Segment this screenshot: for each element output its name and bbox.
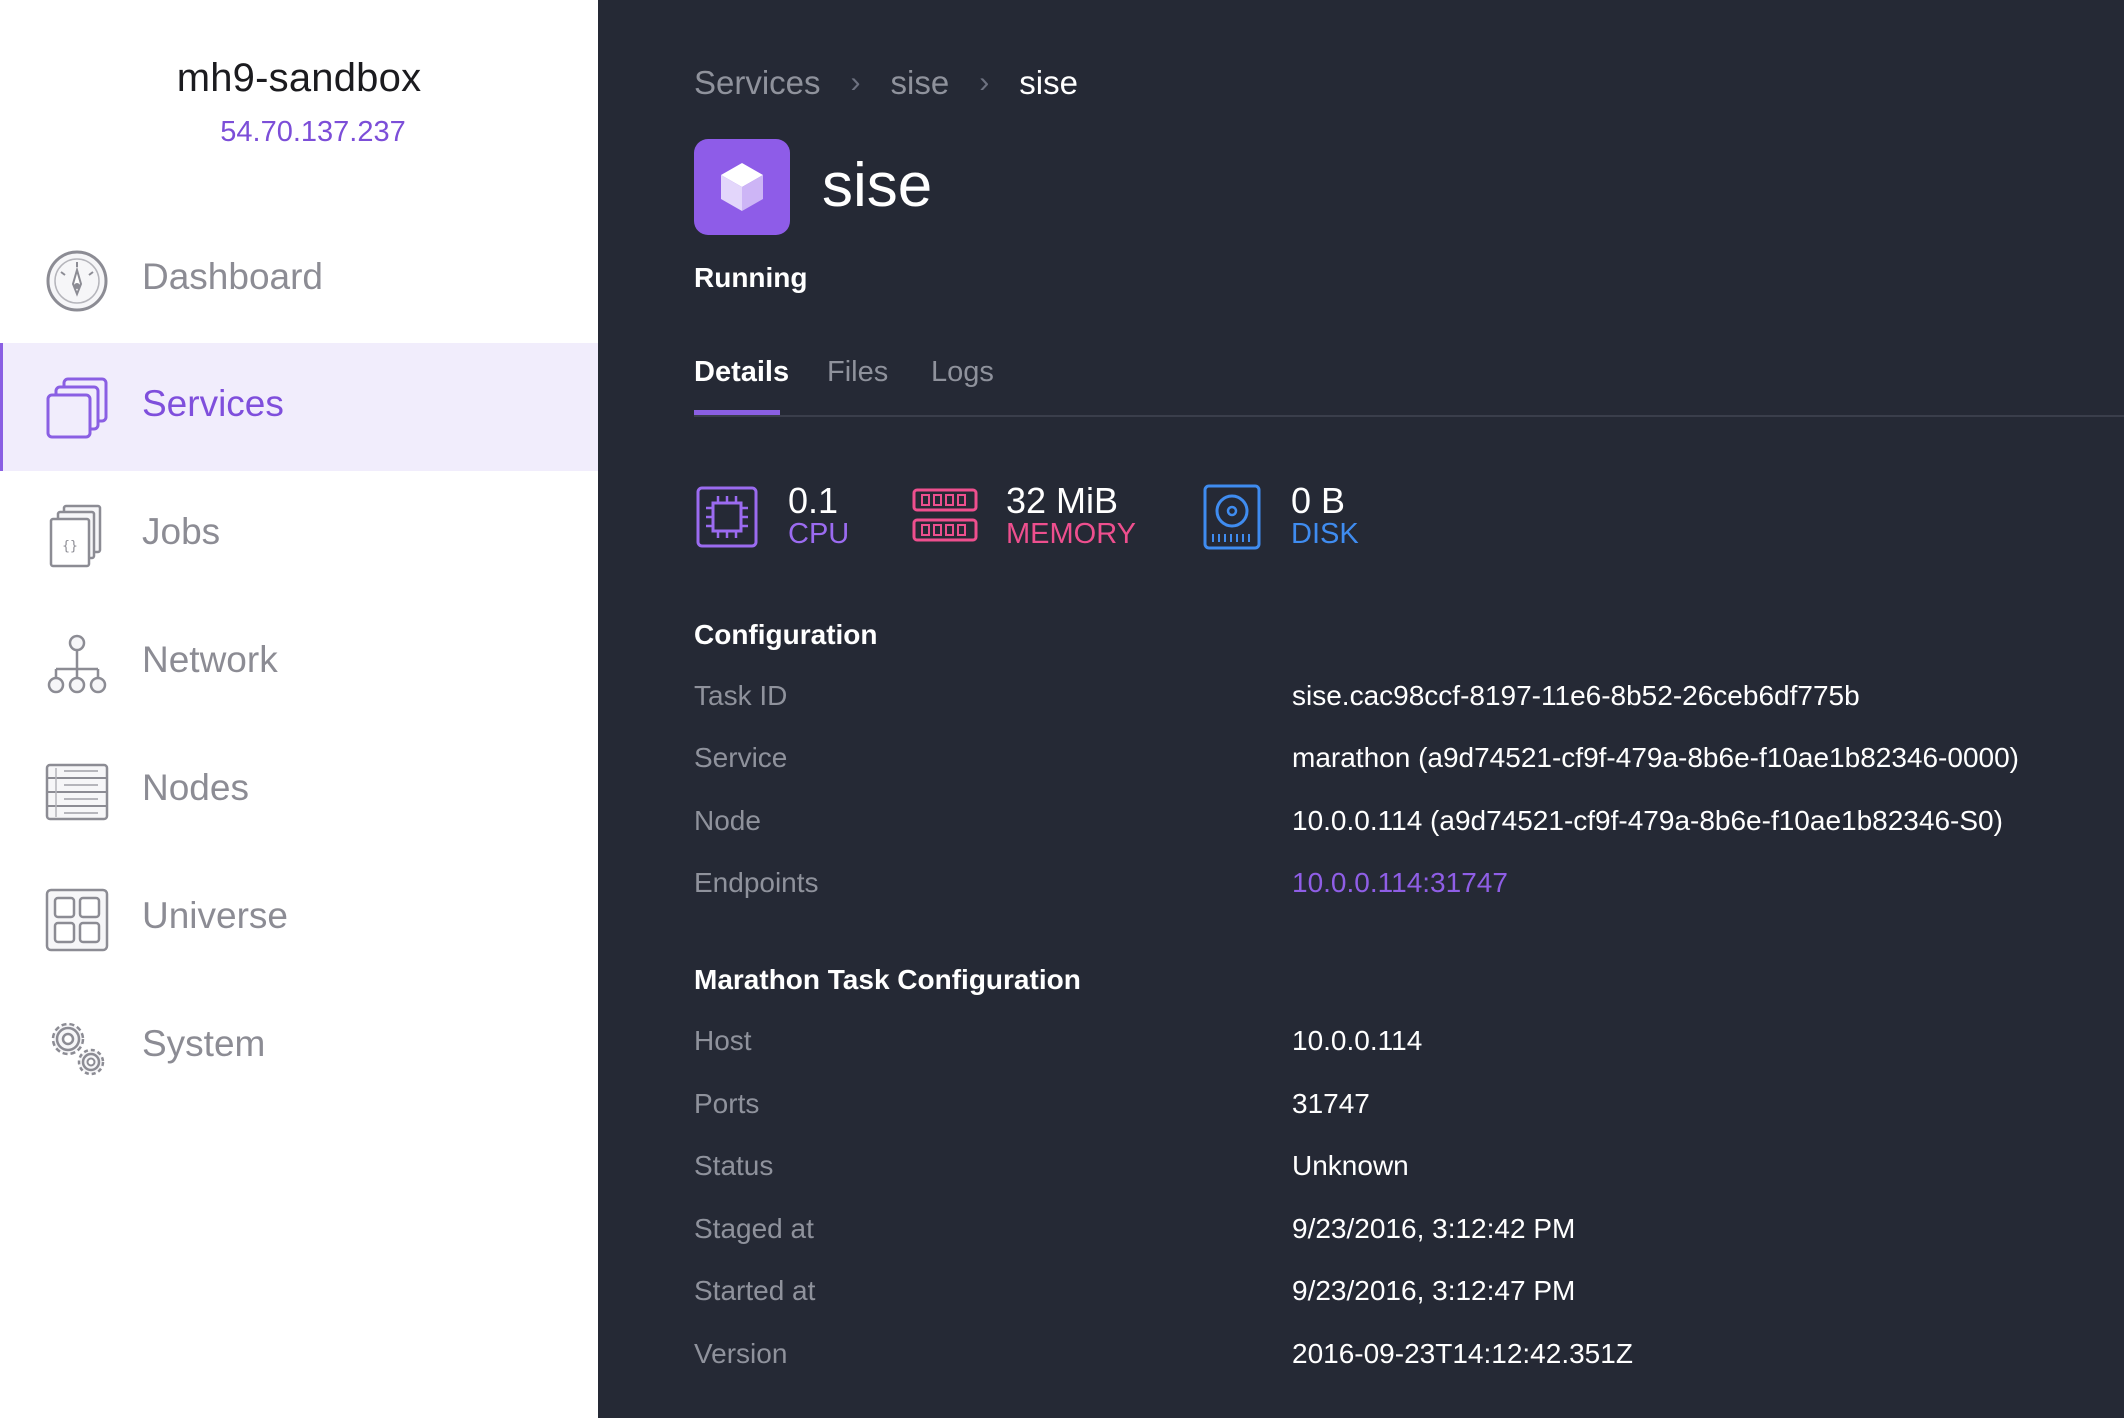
sidebar: mh9-sandbox 54.70.137.237 Dashboard Serv… — [0, 0, 598, 1418]
service-key: Service — [694, 742, 788, 773]
breadcrumb-task: sise — [1019, 64, 1078, 101]
divider — [694, 415, 2124, 417]
disk-drive-icon — [1203, 484, 1261, 550]
ports-key: Ports — [694, 1088, 760, 1119]
cluster-ip: 54.70.137.237 — [220, 116, 406, 148]
tab-logs[interactable]: Logs — [931, 356, 994, 389]
jobs-document-icon: {} — [49, 504, 102, 568]
version-value: 2016-09-23T14:12:42.351Z — [1292, 1338, 1633, 1369]
svg-text:{}: {} — [62, 539, 78, 554]
cluster-name[interactable]: mh9-sandbox — [0, 56, 598, 101]
chevron-right-icon: › — [850, 66, 861, 99]
staged-at-value: 9/23/2016, 3:12:42 PM — [1292, 1213, 1576, 1244]
sidebar-item-label: Dashboard — [142, 256, 324, 297]
services-stack-icon — [46, 377, 108, 439]
memory-value: 32 MiB — [1006, 480, 1119, 521]
sidebar-item-label: Services — [142, 383, 284, 424]
universe-grid-icon — [45, 888, 109, 952]
tab-files[interactable]: Files — [827, 356, 888, 389]
started-at-key: Started at — [694, 1275, 816, 1306]
host-key: Host — [694, 1025, 752, 1056]
sidebar-item-universe[interactable]: Universe — [0, 855, 598, 983]
configuration-heading: Configuration — [694, 619, 878, 650]
sidebar-item-jobs[interactable]: {} Jobs — [0, 471, 598, 599]
host-value: 10.0.0.114 — [1292, 1025, 1423, 1056]
started-at-value: 9/23/2016, 3:12:47 PM — [1292, 1275, 1576, 1306]
nodes-server-icon — [45, 763, 109, 821]
page-title: sise — [822, 151, 933, 220]
sidebar-item-nodes[interactable]: Nodes — [0, 727, 598, 855]
status-value: Unknown — [1292, 1150, 1409, 1181]
system-gears-icon — [51, 1022, 105, 1076]
version-key: Version — [694, 1338, 788, 1369]
cpu-label: CPU — [788, 518, 850, 550]
cpu-value: 0.1 — [788, 480, 839, 521]
sidebar-item-services[interactable]: Services — [0, 343, 598, 471]
breadcrumb: Services › sise › sise — [694, 64, 1078, 102]
network-tree-icon — [47, 634, 107, 694]
ports-value: 31747 — [1292, 1088, 1370, 1119]
sidebar-item-label: Network — [142, 639, 278, 680]
disk-value: 0 B — [1291, 480, 1346, 521]
node-key: Node — [694, 805, 761, 836]
service-icon — [694, 139, 790, 235]
sidebar-item-network[interactable]: Network — [0, 599, 598, 727]
sidebar-item-label: Jobs — [142, 511, 221, 552]
node-value: 10.0.0.114 (a9d74521-cf9f-479a-8b6e-f10a… — [1292, 805, 2003, 836]
endpoint-link[interactable]: 10.0.0.114:31747 — [1292, 867, 1508, 899]
service-value: marathon (a9d74521-cf9f-479a-8b6e-f10ae1… — [1292, 742, 2019, 773]
sidebar-item-label: Universe — [142, 895, 288, 936]
status-badge: Running — [694, 262, 808, 293]
task-id-value: sise.cac98ccf-8197-11e6-8b52-26ceb6df775… — [1292, 680, 1860, 711]
task-id-key: Task ID — [694, 680, 788, 711]
resource-cpu: 0.1 CPU — [694, 480, 864, 554]
memory-ram-icon — [912, 488, 978, 542]
sidebar-item-label: Nodes — [142, 767, 249, 808]
marathon-config-heading: Marathon Task Configuration — [694, 964, 1081, 995]
disk-label: DISK — [1291, 518, 1359, 550]
staged-at-key: Staged at — [694, 1213, 814, 1244]
sidebar-item-label: System — [142, 1023, 266, 1064]
resource-memory: 32 MiB MEMORY — [912, 480, 1152, 554]
endpoints-key: Endpoints — [694, 867, 819, 898]
status-key: Status — [694, 1150, 774, 1181]
tab-details[interactable]: Details — [694, 356, 789, 389]
service-detail-panel: Services › sise › sise sise Running Deta… — [598, 0, 2124, 1418]
breadcrumb-service[interactable]: sise — [891, 64, 950, 102]
chevron-right-icon: › — [979, 66, 990, 99]
memory-label: MEMORY — [1006, 518, 1136, 550]
breadcrumb-services[interactable]: Services — [694, 64, 821, 102]
sidebar-item-dashboard[interactable]: Dashboard — [0, 216, 598, 344]
cpu-chip-icon — [696, 486, 758, 548]
sidebar-item-system[interactable]: System — [0, 983, 598, 1111]
cube-icon — [721, 163, 763, 211]
resource-disk: 0 B DISK — [1199, 480, 1399, 554]
dashboard-gauge-icon — [46, 250, 108, 312]
